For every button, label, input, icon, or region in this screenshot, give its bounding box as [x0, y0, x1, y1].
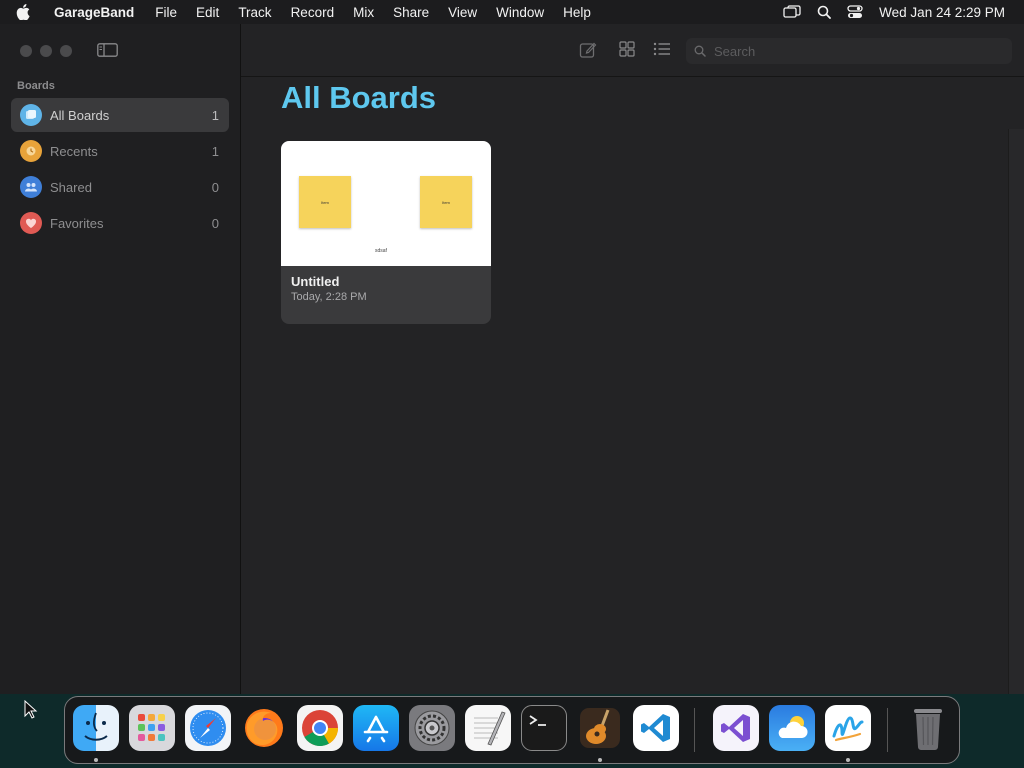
dock-freeform-icon[interactable] [825, 705, 871, 751]
sidebar-item-favorites[interactable]: Favorites 0 [11, 206, 229, 240]
zoom-button[interactable] [60, 45, 72, 57]
sidebar: Boards All Boards 1 Recents 1 Shared 0 F… [0, 24, 241, 694]
menu-track[interactable]: Track [238, 5, 271, 20]
sidebar-item-count: 1 [211, 107, 219, 123]
dock-visual-studio-icon[interactable] [713, 705, 759, 751]
running-indicator [846, 758, 850, 762]
menu-file[interactable]: File [155, 5, 177, 20]
board-thumbnail[interactable]: Item Item sdsaf [281, 141, 491, 266]
all-boards-icon [20, 104, 42, 126]
list-view-icon[interactable] [653, 41, 671, 62]
sidebar-item-count: 0 [211, 215, 219, 231]
board-date: Today, 2:28 PM [291, 291, 367, 303]
heart-icon [20, 212, 42, 234]
toolbar [241, 24, 1024, 77]
people-icon [20, 176, 42, 198]
dock-trash-icon[interactable] [905, 705, 951, 751]
dock-vscode-icon[interactable] [633, 705, 679, 751]
search-icon [694, 45, 706, 57]
menu-window[interactable]: Window [496, 5, 544, 20]
menu-edit[interactable]: Edit [196, 5, 219, 20]
clock-icon [20, 140, 42, 162]
new-board-icon[interactable] [579, 41, 597, 64]
sidebar-item-recents[interactable]: Recents 1 [11, 134, 229, 168]
board-card[interactable]: Item Item sdsaf Untitled Today, 2:28 PM [281, 141, 491, 324]
dock-safari-icon[interactable] [185, 705, 231, 751]
dock [64, 696, 960, 764]
freeform-window: Boards All Boards 1 Recents 1 Shared 0 F… [0, 24, 1024, 694]
dock-launchpad-icon[interactable] [129, 705, 175, 751]
dock-system-settings-icon[interactable] [409, 705, 455, 751]
sidebar-toggle-icon[interactable] [97, 43, 118, 62]
dock-chrome-icon[interactable] [297, 705, 343, 751]
dock-separator [694, 708, 695, 752]
close-button[interactable] [20, 45, 32, 57]
dock-firefox-icon[interactable] [241, 705, 287, 751]
search-input[interactable] [712, 42, 996, 60]
sidebar-item-label: Favorites [50, 215, 104, 231]
apple-menu-icon[interactable] [16, 4, 38, 20]
screen-mirroring-icon[interactable] [783, 5, 801, 19]
menu-share[interactable]: Share [393, 5, 429, 20]
menu-help[interactable]: Help [563, 5, 591, 20]
thumbnail-text: sdsaf [375, 248, 387, 254]
mouse-pointer-icon [24, 699, 38, 725]
scrollbar[interactable] [1008, 129, 1024, 694]
window-controls [20, 45, 72, 57]
sticky-note: Item [299, 176, 351, 228]
menu-record[interactable]: Record [291, 5, 335, 20]
sidebar-item-label: Shared [50, 179, 92, 195]
control-center-icon[interactable] [847, 5, 863, 19]
dock-separator [887, 708, 888, 752]
board-list: All Boards 1 Recents 1 Shared 0 Favorite… [11, 98, 229, 242]
search-field[interactable] [686, 38, 1012, 64]
board-title: Untitled [291, 274, 340, 289]
spotlight-search-icon[interactable] [817, 5, 832, 19]
dock-textedit-icon[interactable] [465, 705, 511, 751]
dock-garageband-icon[interactable] [577, 705, 623, 751]
minimize-button[interactable] [40, 45, 52, 57]
menu-bar: GarageBand File Edit Track Record Mix Sh… [0, 0, 1024, 24]
sidebar-item-label: All Boards [50, 107, 110, 123]
running-indicator [598, 758, 602, 762]
sidebar-item-count: 0 [211, 179, 219, 195]
sidebar-item-shared[interactable]: Shared 0 [11, 170, 229, 204]
dock-finder-icon[interactable] [73, 705, 119, 751]
page-title: All Boards [281, 80, 437, 115]
menu-clock[interactable]: Wed Jan 24 2:29 PM [879, 5, 1005, 20]
dock-terminal-icon[interactable] [521, 705, 567, 751]
dock-weather-icon[interactable] [769, 705, 815, 751]
grid-view-icon[interactable] [619, 41, 635, 62]
sticky-note: Item [420, 176, 472, 228]
menu-mix[interactable]: Mix [353, 5, 374, 20]
boards-section-label: Boards [17, 80, 55, 92]
dock-app-store-icon[interactable] [353, 705, 399, 751]
sidebar-item-label: Recents [50, 143, 98, 159]
sidebar-item-count: 1 [211, 143, 219, 159]
running-indicator [94, 758, 98, 762]
menu-view[interactable]: View [448, 5, 477, 20]
menu-app-name[interactable]: GarageBand [54, 5, 134, 20]
sidebar-item-all-boards[interactable]: All Boards 1 [11, 98, 229, 132]
